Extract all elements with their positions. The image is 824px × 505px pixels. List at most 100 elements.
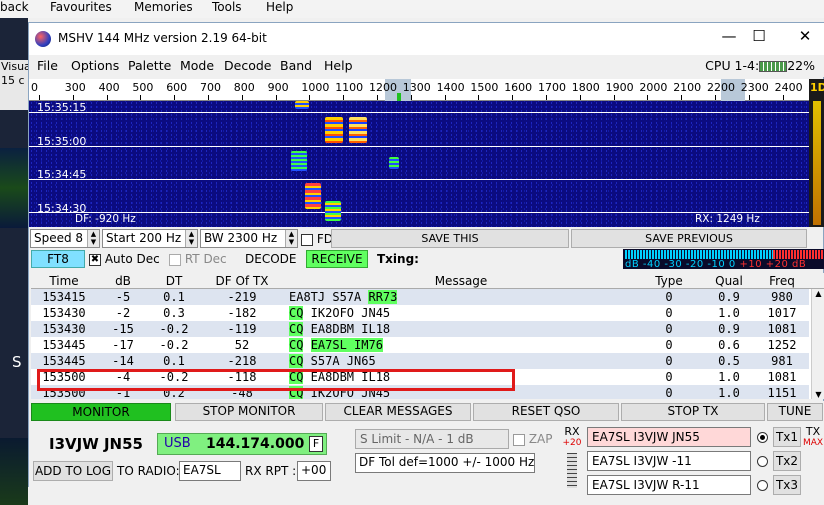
ruler-tick-label: 1900 (605, 81, 634, 94)
cell-dt: -0.2 (159, 338, 189, 352)
menu-mode[interactable]: Mode (180, 58, 214, 73)
menu-help[interactable]: Help (324, 58, 353, 73)
meter-scale-red: +10 +20 dB (739, 259, 807, 270)
menu-file[interactable]: File (37, 58, 58, 73)
cell-time: 153445 (42, 338, 86, 352)
spin-arrows-icon[interactable]: ▲ ▼ (185, 230, 197, 247)
bg-menu-favourites[interactable]: Favourites (50, 0, 112, 14)
ruler-tick-mark (546, 95, 547, 100)
speed-spinner[interactable]: Speed 8 ▲ ▼ (30, 229, 100, 248)
tx2-button[interactable]: Tx2 (773, 451, 801, 471)
waterfall-display[interactable]: 15:35:15 15:35:00 15:34:45 15:34:30 DF: … (29, 101, 809, 227)
table-row[interactable]: 153430 -15 -0.2 -119 CQ EA8DBM IL18 0 0.9 1081 (31, 321, 809, 337)
table-row[interactable]: 153445 -14 0.1 -218 CQ S57A JN65 0 0.5 981 (31, 353, 809, 369)
tx2-radio[interactable] (757, 456, 768, 467)
clear-messages-button[interactable]: CLEAR MESSAGES (325, 403, 471, 421)
spin-arrows-icon[interactable]: ▲ ▼ (87, 230, 99, 247)
header-time[interactable]: Time (31, 274, 97, 288)
zap-checkbox[interactable]: ZAP (513, 432, 553, 446)
spin-arrows-icon[interactable]: ▲ ▼ (285, 230, 297, 247)
start-spinner[interactable]: Start 200 Hz ▲ ▼ (102, 229, 198, 248)
rt-dec-checkbox[interactable]: RT Dec (169, 252, 227, 266)
ruler-tick-mark (106, 95, 108, 100)
auto-dec-check-icon[interactable]: ✖ (89, 253, 101, 266)
f-button[interactable]: F (309, 436, 323, 452)
menu-options[interactable]: Options (71, 58, 119, 73)
close-button[interactable]: ✕ (785, 27, 824, 45)
msg-highlight: RR73 (368, 290, 398, 304)
cell-freq: 981 (771, 354, 793, 368)
tx1-button[interactable]: Tx1 (773, 427, 801, 447)
tx2-macro-input[interactable]: EA7SL I3VJW -11 (587, 451, 751, 471)
rt-dec-check-icon[interactable] (169, 253, 181, 266)
fd-check-icon[interactable] (301, 233, 313, 246)
tune-button[interactable]: TUNE (767, 403, 823, 421)
reset-qso-button[interactable]: RESET QSO (473, 403, 619, 421)
header-message[interactable]: Message (287, 274, 635, 288)
bg-menu-back[interactable]: back (0, 0, 29, 14)
monitor-button[interactable]: MONITOR (31, 403, 171, 421)
header-df[interactable]: DF Of TX (199, 274, 285, 288)
header-qual[interactable]: Qual (703, 274, 755, 288)
header-type[interactable]: Type (635, 274, 703, 288)
cell-freq: 1081 (767, 370, 797, 384)
frequency-ruler[interactable]: 0 300 400 500 600 700 800 900 1000 1100 1200 1300 14… (29, 79, 809, 101)
ruler-tick-label: 900 (267, 81, 289, 94)
rx-rpt-input[interactable]: +00 (297, 461, 331, 481)
menu-band[interactable]: Band (280, 58, 312, 73)
zap-check-icon[interactable] (513, 433, 525, 446)
msg-highlight: CQ (289, 306, 304, 320)
bg-menu-memories[interactable]: Memories (134, 0, 193, 14)
cpu-label: CPU 1-4: (705, 58, 760, 73)
background-menubar: back Favourites Memories Tools Help (0, 0, 824, 18)
table-row[interactable]: 153445 -17 -0.2 52 CQ EA7SL IM76 0 0.6 1252 (31, 337, 809, 353)
ruler-tick-mark (681, 95, 683, 100)
tx3-macro-input[interactable]: EA7SL I3VJW R-11 (587, 475, 751, 495)
header-dt[interactable]: DT (149, 274, 199, 288)
stop-tx-button[interactable]: STOP TX (621, 403, 765, 421)
table-scrollbar[interactable]: ▲ ▼ (811, 289, 824, 399)
bg-menu-help[interactable]: Help (266, 0, 293, 14)
table-header: Time dB DT DF Of TX Message Type Qual Fr… (31, 273, 824, 289)
stop-monitor-button[interactable]: STOP MONITOR (175, 403, 323, 421)
signal-trace (291, 151, 307, 171)
rx-level-slider[interactable] (567, 453, 577, 488)
table-row[interactable]: 153415 -5 0.1 -219 EA8TJ S57A RR73 0 0.9 980 (31, 289, 809, 305)
scroll-down-icon[interactable]: ▼ (812, 390, 824, 399)
tx1-radio[interactable] (757, 432, 768, 443)
tx3-radio[interactable] (757, 480, 768, 491)
maximize-button[interactable]: ☐ (739, 27, 779, 45)
control-row: Speed 8 ▲ ▼ Start 200 Hz ▲ ▼ BW 2300 Hz ▲ ▼ FD… (29, 229, 824, 248)
msg-highlight: CQ (289, 354, 304, 368)
save-this-button[interactable]: SAVE THIS (331, 229, 569, 248)
menu-bar: File Options Palette Mode Decode Band He… (29, 55, 824, 77)
cell-dt: 0.3 (163, 306, 185, 320)
auto-dec-checkbox[interactable]: ✖ Auto Dec (89, 252, 160, 266)
ruler-tick-label: 600 (166, 81, 188, 94)
ruler-tick-label: 1500 (470, 81, 499, 94)
to-radio-input[interactable]: EA7SL (179, 461, 241, 481)
save-previous-button[interactable]: SAVE PREVIOUS (571, 229, 807, 248)
header-db[interactable]: dB (97, 274, 149, 288)
bw-spinner[interactable]: BW 2300 Hz ▲ ▼ (200, 229, 298, 248)
df-tol-control[interactable]: DF Tol def=1000 +/- 1000 Hz (355, 453, 535, 473)
tx3-button[interactable]: Tx3 (773, 475, 801, 495)
fd-checkbox[interactable]: FD (301, 232, 333, 246)
tx1-macro-input[interactable]: EA7SL I3VJW JN55 (587, 427, 751, 447)
ruler-tick-label: 1800 (571, 81, 600, 94)
menu-decode[interactable]: Decode (224, 58, 271, 73)
decode-button[interactable]: DECODE (245, 252, 296, 266)
menu-palette[interactable]: Palette (128, 58, 171, 73)
s-limit-control[interactable]: S Limit - N/A - 1 dB (355, 429, 509, 449)
ruler-tick-label: 1100 (335, 81, 364, 94)
add-to-log-button[interactable]: ADD TO LOG (33, 461, 113, 481)
header-freq[interactable]: Freq (755, 274, 809, 288)
table-row[interactable]: 153430 -2 0.3 -182 CQ IK2OFO JN45 0 1.0 1017 (31, 305, 809, 321)
mode-ft8-button[interactable]: FT8 (31, 250, 85, 268)
ruler-tick-mark (174, 95, 176, 100)
rx-marker (397, 93, 401, 101)
scroll-up-icon[interactable]: ▲ (812, 289, 824, 298)
cell-message: EA8TJ S57A RR73 (289, 290, 398, 304)
zap-label: ZAP (528, 432, 553, 446)
bg-menu-tools[interactable]: Tools (212, 0, 242, 14)
